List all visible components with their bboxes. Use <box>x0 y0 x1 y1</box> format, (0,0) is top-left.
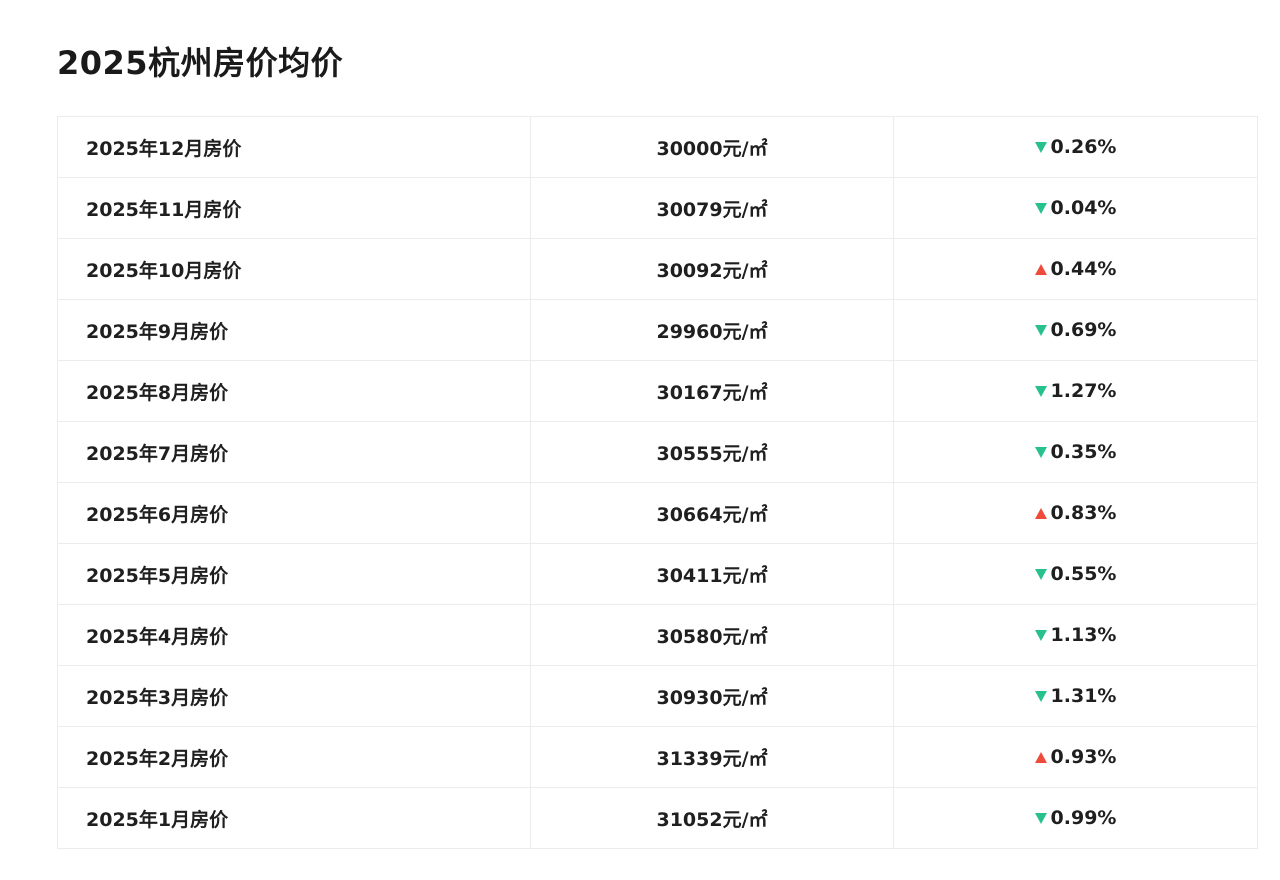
price-change-cell: 1.27% <box>893 360 1258 422</box>
price-change-cell: 0.04% <box>893 177 1258 239</box>
price-change-cell: 0.99% <box>893 787 1258 849</box>
average-price: 30555元/㎡ <box>530 421 894 483</box>
price-table: 2025年12月房价 30000元/㎡ 0.26% 2025年11月房价 30079元/… <box>57 116 1258 849</box>
month-label: 2025年8月房价 <box>57 360 531 422</box>
triangle-down-icon <box>1034 202 1047 214</box>
average-price: 30079元/㎡ <box>530 177 894 239</box>
month-label: 2025年4月房价 <box>57 604 531 666</box>
triangle-up-icon <box>1034 263 1047 275</box>
table-row: 2025年6月房价 30664元/㎡ 0.83% <box>57 482 1258 544</box>
change-percent: 1.27% <box>1050 380 1117 403</box>
average-price: 30580元/㎡ <box>530 604 894 666</box>
table-row: 2025年8月房价 30167元/㎡ 1.27% <box>57 360 1258 422</box>
month-label: 2025年1月房价 <box>57 787 531 849</box>
triangle-up-icon <box>1034 751 1047 763</box>
triangle-down-icon <box>1034 812 1047 824</box>
price-change-cell: 0.35% <box>893 421 1258 483</box>
average-price: 31052元/㎡ <box>530 787 894 849</box>
change-percent: 0.69% <box>1050 319 1117 342</box>
price-change-cell: 0.93% <box>893 726 1258 788</box>
change-percent: 0.04% <box>1050 197 1117 220</box>
month-label: 2025年3月房价 <box>57 665 531 727</box>
price-change: 0.44% <box>1034 258 1117 281</box>
price-change: 1.31% <box>1034 685 1117 708</box>
page-title: 2025杭州房价均价 <box>57 44 344 82</box>
table-row: 2025年11月房价 30079元/㎡ 0.04% <box>57 177 1258 239</box>
triangle-down-icon <box>1034 690 1047 702</box>
price-change-cell: 0.44% <box>893 238 1258 300</box>
month-label: 2025年12月房价 <box>57 116 531 178</box>
table-row: 2025年9月房价 29960元/㎡ 0.69% <box>57 299 1258 361</box>
price-change-cell: 0.83% <box>893 482 1258 544</box>
average-price: 30664元/㎡ <box>530 482 894 544</box>
month-label: 2025年6月房价 <box>57 482 531 544</box>
price-change: 0.55% <box>1034 563 1117 586</box>
table-row: 2025年2月房价 31339元/㎡ 0.93% <box>57 726 1258 788</box>
change-percent: 0.99% <box>1050 807 1117 830</box>
change-percent: 0.35% <box>1050 441 1117 464</box>
change-percent: 0.83% <box>1050 502 1117 525</box>
triangle-down-icon <box>1034 446 1047 458</box>
price-change: 0.93% <box>1034 746 1117 769</box>
price-change-cell: 0.26% <box>893 116 1258 178</box>
price-change-cell: 1.13% <box>893 604 1258 666</box>
triangle-down-icon <box>1034 141 1047 153</box>
change-percent: 1.13% <box>1050 624 1117 647</box>
average-price: 30167元/㎡ <box>530 360 894 422</box>
change-percent: 0.93% <box>1050 746 1117 769</box>
price-change: 0.69% <box>1034 319 1117 342</box>
price-change: 0.99% <box>1034 807 1117 830</box>
triangle-down-icon <box>1034 568 1047 580</box>
month-label: 2025年9月房价 <box>57 299 531 361</box>
price-table-body: 2025年12月房价 30000元/㎡ 0.26% 2025年11月房价 30079元/… <box>57 116 1258 849</box>
price-change: 1.27% <box>1034 380 1117 403</box>
price-change-cell: 1.31% <box>893 665 1258 727</box>
triangle-down-icon <box>1034 629 1047 641</box>
table-row: 2025年5月房价 30411元/㎡ 0.55% <box>57 543 1258 605</box>
average-price: 30411元/㎡ <box>530 543 894 605</box>
table-row: 2025年1月房价 31052元/㎡ 0.99% <box>57 787 1258 849</box>
average-price: 31339元/㎡ <box>530 726 894 788</box>
change-percent: 0.26% <box>1050 136 1117 159</box>
month-label: 2025年7月房价 <box>57 421 531 483</box>
table-row: 2025年10月房价 30092元/㎡ 0.44% <box>57 238 1258 300</box>
triangle-down-icon <box>1034 385 1047 397</box>
month-label: 2025年11月房价 <box>57 177 531 239</box>
table-row: 2025年12月房价 30000元/㎡ 0.26% <box>57 116 1258 178</box>
table-row: 2025年3月房价 30930元/㎡ 1.31% <box>57 665 1258 727</box>
month-label: 2025年10月房价 <box>57 238 531 300</box>
change-percent: 1.31% <box>1050 685 1117 708</box>
month-label: 2025年2月房价 <box>57 726 531 788</box>
average-price: 30930元/㎡ <box>530 665 894 727</box>
price-change: 0.26% <box>1034 136 1117 159</box>
change-percent: 0.55% <box>1050 563 1117 586</box>
price-change: 1.13% <box>1034 624 1117 647</box>
average-price: 30000元/㎡ <box>530 116 894 178</box>
table-row: 2025年7月房价 30555元/㎡ 0.35% <box>57 421 1258 483</box>
table-row: 2025年4月房价 30580元/㎡ 1.13% <box>57 604 1258 666</box>
triangle-down-icon <box>1034 324 1047 336</box>
price-change: 0.04% <box>1034 197 1117 220</box>
page: 2025杭州房价均价 2025年12月房价 30000元/㎡ 0.26% 2025年1… <box>0 0 1280 880</box>
change-percent: 0.44% <box>1050 258 1117 281</box>
triangle-up-icon <box>1034 507 1047 519</box>
price-change-cell: 0.55% <box>893 543 1258 605</box>
price-change: 0.35% <box>1034 441 1117 464</box>
average-price: 29960元/㎡ <box>530 299 894 361</box>
price-change-cell: 0.69% <box>893 299 1258 361</box>
month-label: 2025年5月房价 <box>57 543 531 605</box>
price-change: 0.83% <box>1034 502 1117 525</box>
average-price: 30092元/㎡ <box>530 238 894 300</box>
